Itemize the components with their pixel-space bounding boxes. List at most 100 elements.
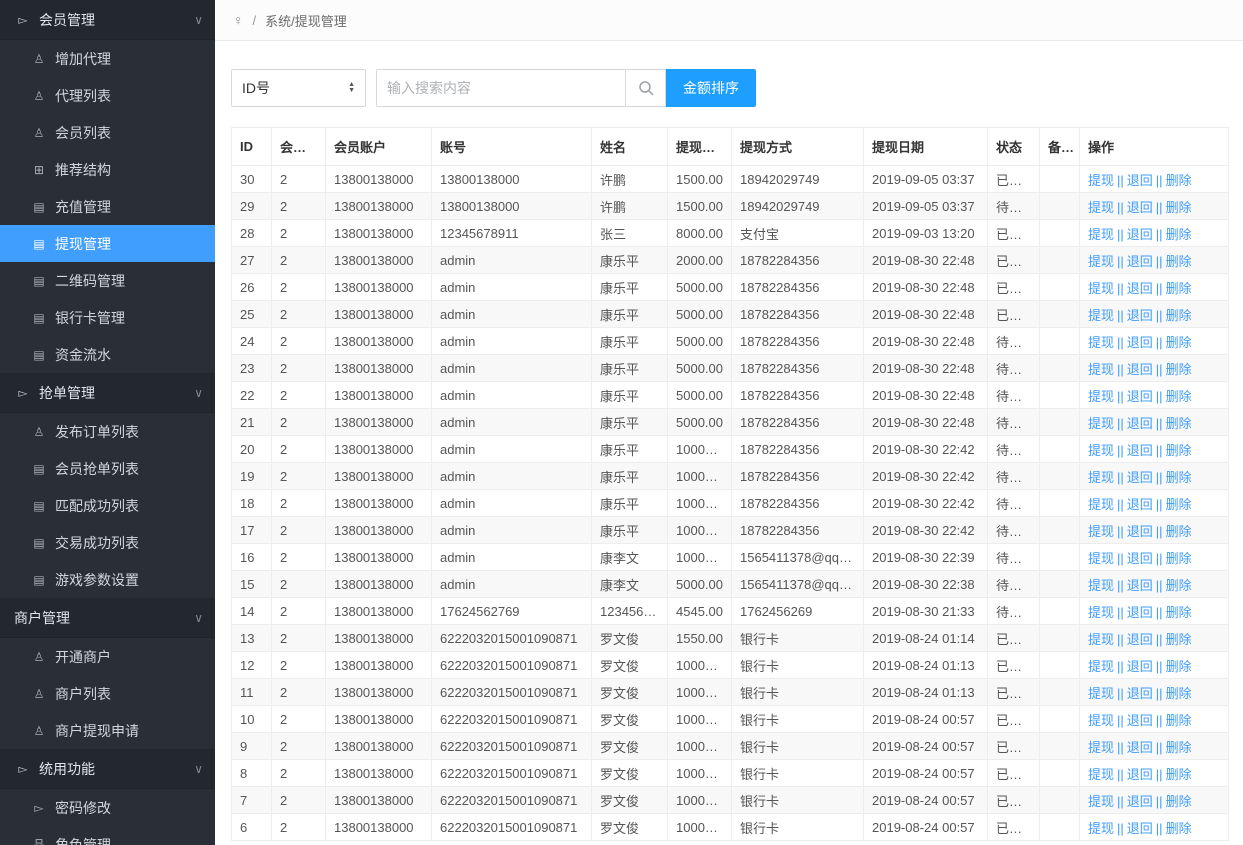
action-delete-link[interactable]: 删除	[1166, 821, 1192, 836]
action-withdraw-link[interactable]: 提现	[1088, 227, 1114, 242]
action-return-link[interactable]: 退回	[1127, 686, 1153, 701]
action-return-link[interactable]: 退回	[1127, 713, 1153, 728]
action-return-link[interactable]: 退回	[1127, 362, 1153, 377]
action-withdraw-link[interactable]: 提现	[1088, 416, 1114, 431]
action-return-link[interactable]: 退回	[1127, 551, 1153, 566]
action-return-link[interactable]: 退回	[1127, 524, 1153, 539]
action-delete-link[interactable]: 删除	[1166, 794, 1192, 809]
action-delete-link[interactable]: 删除	[1166, 551, 1192, 566]
sidebar-item[interactable]: ♙商户提现申请	[0, 712, 215, 749]
search-button[interactable]	[625, 69, 666, 107]
sidebar-item[interactable]: ♙发布订单列表	[0, 413, 215, 450]
action-withdraw-link[interactable]: 提现	[1088, 686, 1114, 701]
action-return-link[interactable]: 退回	[1127, 308, 1153, 323]
sidebar-item[interactable]: ▤提现管理	[0, 225, 215, 262]
sidebar-item[interactable]: ▤游戏参数设置	[0, 561, 215, 598]
action-delete-link[interactable]: 删除	[1166, 416, 1192, 431]
action-withdraw-link[interactable]: 提现	[1088, 821, 1114, 836]
action-delete-link[interactable]: 删除	[1166, 308, 1192, 323]
sidebar-item[interactable]: 品角色管理	[0, 826, 215, 845]
action-delete-link[interactable]: 删除	[1166, 470, 1192, 485]
action-withdraw-link[interactable]: 提现	[1088, 524, 1114, 539]
action-withdraw-link[interactable]: 提现	[1088, 335, 1114, 350]
sidebar-item[interactable]: ♙增加代理	[0, 40, 215, 77]
action-return-link[interactable]: 退回	[1127, 821, 1153, 836]
action-return-link[interactable]: 退回	[1127, 335, 1153, 350]
sidebar-item[interactable]: ▤充值管理	[0, 188, 215, 225]
action-withdraw-link[interactable]: 提现	[1088, 362, 1114, 377]
sidebar-item[interactable]: ♙代理列表	[0, 77, 215, 114]
action-delete-link[interactable]: 删除	[1166, 767, 1192, 782]
action-delete-link[interactable]: 删除	[1166, 659, 1192, 674]
action-withdraw-link[interactable]: 提现	[1088, 551, 1114, 566]
sidebar-section-header[interactable]: 商户管理∨	[0, 598, 215, 638]
action-delete-link[interactable]: 删除	[1166, 281, 1192, 296]
action-delete-link[interactable]: 删除	[1166, 362, 1192, 377]
action-withdraw-link[interactable]: 提现	[1088, 767, 1114, 782]
action-return-link[interactable]: 退回	[1127, 200, 1153, 215]
action-withdraw-link[interactable]: 提现	[1088, 659, 1114, 674]
sidebar-item[interactable]: ▤银行卡管理	[0, 299, 215, 336]
action-withdraw-link[interactable]: 提现	[1088, 200, 1114, 215]
action-withdraw-link[interactable]: 提现	[1088, 497, 1114, 512]
action-withdraw-link[interactable]: 提现	[1088, 308, 1114, 323]
action-withdraw-link[interactable]: 提现	[1088, 254, 1114, 269]
action-return-link[interactable]: 退回	[1127, 659, 1153, 674]
sidebar-item[interactable]: ♙会员列表	[0, 114, 215, 151]
action-withdraw-link[interactable]: 提现	[1088, 443, 1114, 458]
action-delete-link[interactable]: 删除	[1166, 443, 1192, 458]
action-delete-link[interactable]: 删除	[1166, 335, 1192, 350]
sidebar-item[interactable]: ⊞推荐结构	[0, 151, 215, 188]
action-delete-link[interactable]: 删除	[1166, 173, 1192, 188]
action-return-link[interactable]: 退回	[1127, 497, 1153, 512]
action-withdraw-link[interactable]: 提现	[1088, 605, 1114, 620]
action-return-link[interactable]: 退回	[1127, 173, 1153, 188]
action-withdraw-link[interactable]: 提现	[1088, 713, 1114, 728]
sidebar-item[interactable]: ▤匹配成功列表	[0, 487, 215, 524]
sidebar-item[interactable]: ♙开通商户	[0, 638, 215, 675]
sidebar-section-header[interactable]: ▻会员管理∨	[0, 0, 215, 40]
sidebar-item[interactable]: ▤资金流水	[0, 336, 215, 373]
search-field-select[interactable]: ID号 ▲▼	[231, 69, 366, 107]
action-return-link[interactable]: 退回	[1127, 254, 1153, 269]
action-delete-link[interactable]: 删除	[1166, 524, 1192, 539]
sidebar-section-header[interactable]: ▻统用功能∨	[0, 749, 215, 789]
sidebar-item[interactable]: ♙商户列表	[0, 675, 215, 712]
sidebar-item[interactable]: ▻密码修改	[0, 789, 215, 826]
action-return-link[interactable]: 退回	[1127, 767, 1153, 782]
action-delete-link[interactable]: 删除	[1166, 227, 1192, 242]
action-withdraw-link[interactable]: 提现	[1088, 281, 1114, 296]
search-input[interactable]	[376, 69, 626, 107]
action-withdraw-link[interactable]: 提现	[1088, 578, 1114, 593]
sidebar-item[interactable]: ▤会员抢单列表	[0, 450, 215, 487]
action-delete-link[interactable]: 删除	[1166, 605, 1192, 620]
action-return-link[interactable]: 退回	[1127, 416, 1153, 431]
action-return-link[interactable]: 退回	[1127, 443, 1153, 458]
action-delete-link[interactable]: 删除	[1166, 389, 1192, 404]
action-delete-link[interactable]: 删除	[1166, 632, 1192, 647]
sidebar-item[interactable]: ▤交易成功列表	[0, 524, 215, 561]
action-withdraw-link[interactable]: 提现	[1088, 632, 1114, 647]
action-return-link[interactable]: 退回	[1127, 281, 1153, 296]
action-return-link[interactable]: 退回	[1127, 578, 1153, 593]
action-delete-link[interactable]: 删除	[1166, 200, 1192, 215]
sidebar-section-header[interactable]: ▻抢单管理∨	[0, 373, 215, 413]
action-return-link[interactable]: 退回	[1127, 740, 1153, 755]
action-return-link[interactable]: 退回	[1127, 389, 1153, 404]
action-delete-link[interactable]: 删除	[1166, 686, 1192, 701]
action-return-link[interactable]: 退回	[1127, 605, 1153, 620]
action-delete-link[interactable]: 删除	[1166, 740, 1192, 755]
action-delete-link[interactable]: 删除	[1166, 497, 1192, 512]
action-return-link[interactable]: 退回	[1127, 470, 1153, 485]
action-delete-link[interactable]: 删除	[1166, 713, 1192, 728]
amount-sort-button[interactable]: 金额排序	[666, 69, 756, 107]
action-withdraw-link[interactable]: 提现	[1088, 470, 1114, 485]
action-withdraw-link[interactable]: 提现	[1088, 740, 1114, 755]
action-return-link[interactable]: 退回	[1127, 632, 1153, 647]
action-withdraw-link[interactable]: 提现	[1088, 794, 1114, 809]
action-withdraw-link[interactable]: 提现	[1088, 389, 1114, 404]
action-return-link[interactable]: 退回	[1127, 794, 1153, 809]
action-return-link[interactable]: 退回	[1127, 227, 1153, 242]
action-delete-link[interactable]: 删除	[1166, 254, 1192, 269]
action-delete-link[interactable]: 删除	[1166, 578, 1192, 593]
